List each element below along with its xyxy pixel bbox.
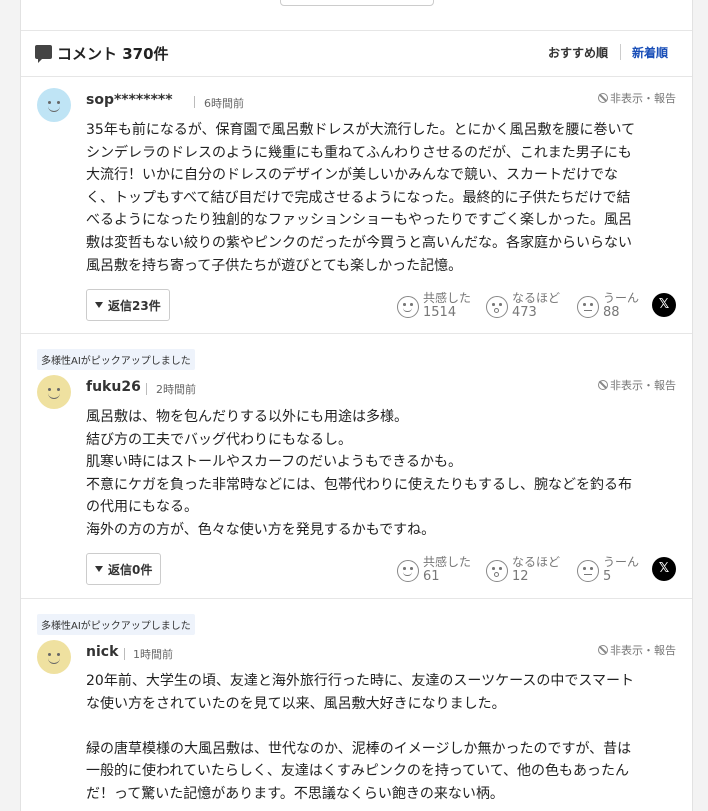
sort-recommended-tab[interactable]: おすすめ順 xyxy=(548,44,608,61)
comment-icon xyxy=(35,45,52,63)
comment-body: 35年も前になるが、保育園で風呂敷ドレスが大流行した。とにかく風呂敷を腰に巻いて… xyxy=(86,122,636,274)
hide-report-link[interactable]: 非表示・報告 xyxy=(598,377,676,393)
reply-button[interactable]: 返信23件 xyxy=(86,289,170,321)
timestamp: 6時間前 xyxy=(204,97,244,110)
ai-pick-badge: 多様性AIがピックアップしました xyxy=(37,349,195,370)
surprised-face-icon xyxy=(486,296,508,318)
ban-icon xyxy=(598,93,608,103)
username[interactable]: sop******** xyxy=(86,92,173,108)
comment-item: 多様性AIがピックアップしました fuku26 2時間前 非表示・報告 風呂敷は… xyxy=(21,335,692,599)
sort-newest-tab[interactable]: 新着順 xyxy=(632,44,668,61)
sort-divider xyxy=(620,44,621,60)
username[interactable]: fuku26 xyxy=(86,379,141,395)
triangle-down-icon xyxy=(95,566,103,572)
ban-icon xyxy=(598,645,608,655)
hide-report-link[interactable]: 非表示・報告 xyxy=(598,642,676,658)
avatar[interactable] xyxy=(37,375,71,409)
comment-body: 風呂敷は、物を包んだりする以外にも用途は多様。 結び方の工夫でバッグ代わりにもなる… xyxy=(86,409,632,538)
thinking-face-icon xyxy=(577,296,599,318)
avatar[interactable] xyxy=(37,640,71,674)
comment-item: sop******** 6時間前 非表示・報告 35年も前になるが、保育園で風呂… xyxy=(21,78,692,334)
surprised-face-icon xyxy=(486,560,508,582)
reply-button[interactable]: 返信0件 xyxy=(86,553,162,585)
ban-icon xyxy=(598,380,608,390)
ai-pick-badge: 多様性AIがピックアップしました xyxy=(37,614,195,635)
comments-title: コメント 370件 xyxy=(57,45,169,63)
avatar[interactable] xyxy=(37,88,71,122)
hide-report-link[interactable]: 非表示・報告 xyxy=(598,90,676,106)
top-button[interactable] xyxy=(280,0,434,6)
timestamp: 2時間前 xyxy=(156,383,196,396)
comment-body: 20年前、大学生の頃、友達と海外旅行行った時に、友達のスーツケースの中でスマート… xyxy=(86,673,634,802)
comments-panel: コメント 370件 おすすめ順 新着順 sop******** 6時間前 非表示… xyxy=(20,0,693,811)
smile-face-icon xyxy=(397,296,419,318)
x-share-icon[interactable]: 𝕏 xyxy=(652,557,676,581)
thinking-face-icon xyxy=(577,560,599,582)
x-share-icon[interactable]: 𝕏 xyxy=(652,293,676,317)
comments-header: コメント 370件 おすすめ順 新着順 xyxy=(21,31,692,77)
username[interactable]: nick xyxy=(86,644,118,660)
timestamp: 1時間前 xyxy=(133,648,173,661)
smile-face-icon xyxy=(397,560,419,582)
triangle-down-icon xyxy=(95,302,103,308)
comment-item: 多様性AIがピックアップしました nick 1時間前 非表示・報告 20年前、大… xyxy=(21,600,692,811)
